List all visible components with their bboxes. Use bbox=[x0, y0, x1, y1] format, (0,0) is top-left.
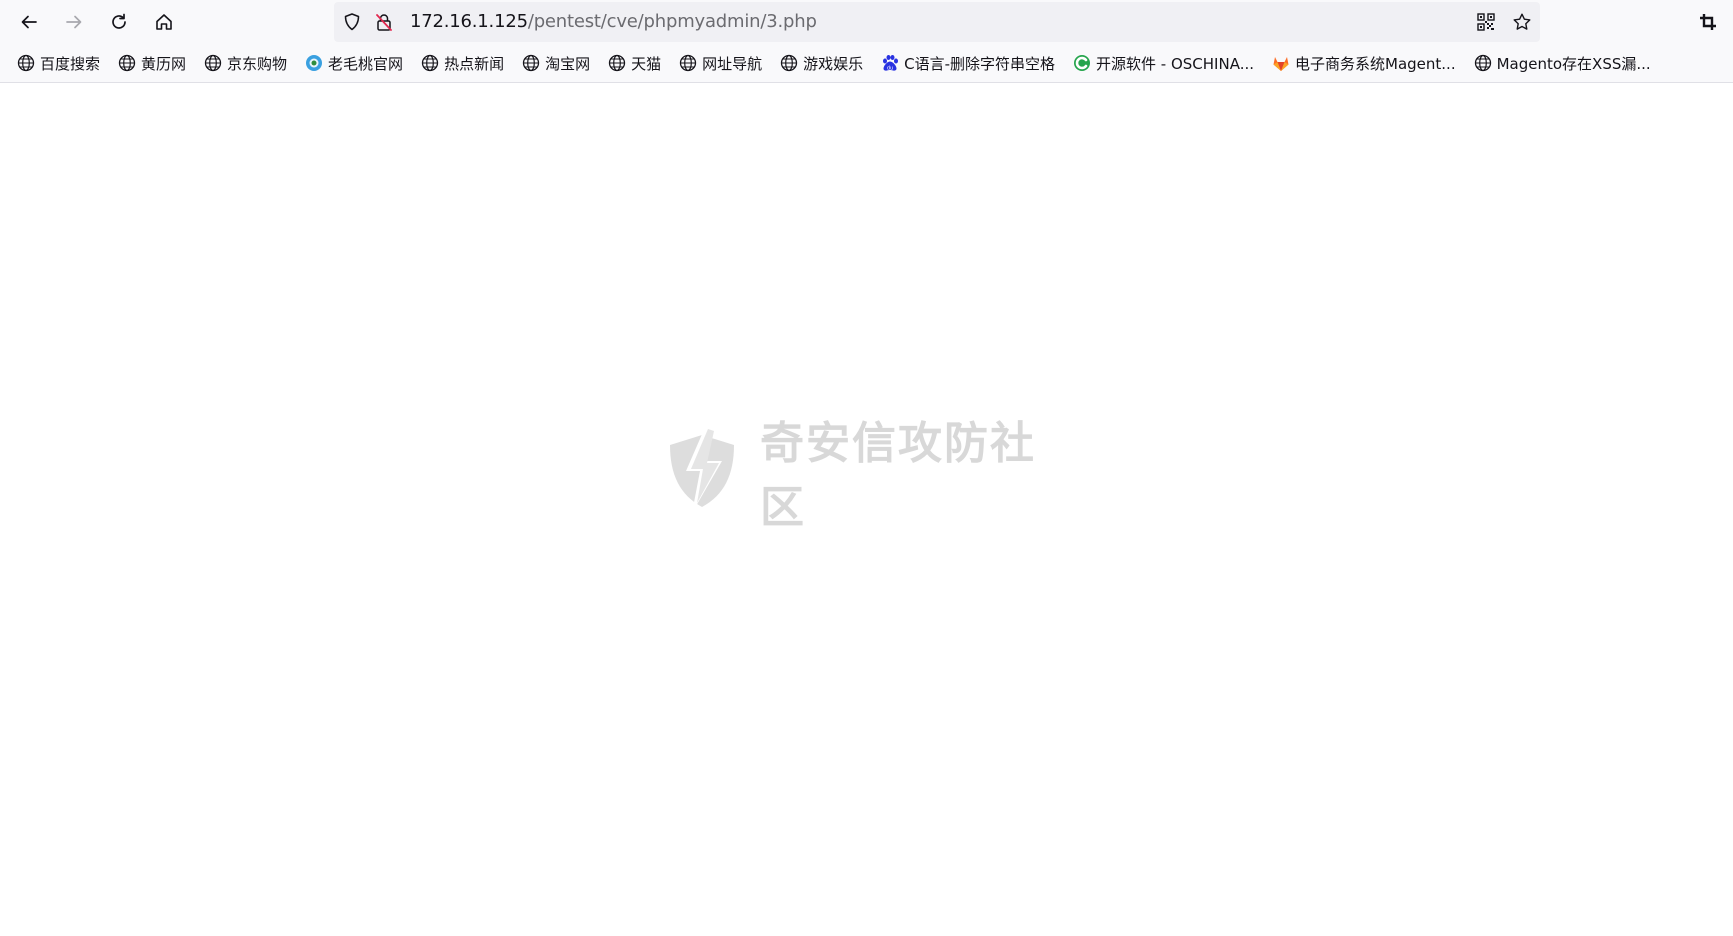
url-path: /pentest/cve/phpmyadmin/3.php bbox=[527, 11, 817, 32]
bookmarks-toolbar: 百度搜索 黄历网 京东购物 老毛桃官网 热点新闻 淘宝网 天猫 网址导航 游戏娱乐 du C语言-删… bbox=[0, 44, 1733, 83]
bookmark-item[interactable]: 淘宝网 bbox=[519, 48, 592, 78]
globe-icon bbox=[607, 53, 627, 73]
bookmark-label: 百度搜索 bbox=[40, 54, 101, 73]
gitlab-fox-icon bbox=[1271, 53, 1291, 73]
star-icon[interactable] bbox=[1512, 12, 1532, 32]
watermark-text: 奇安信攻防社区 bbox=[760, 418, 1036, 533]
bookmark-item[interactable]: 百度搜索 bbox=[14, 48, 102, 78]
bookmark-label: C语言-删除字符串空格 bbox=[904, 54, 1056, 73]
qianxin-shield-bolt-icon bbox=[664, 421, 740, 521]
reload-button[interactable] bbox=[103, 6, 135, 38]
bookmark-label: 黄历网 bbox=[141, 54, 187, 73]
bookmark-label: 老毛桃官网 bbox=[328, 54, 404, 73]
globe-icon bbox=[779, 53, 799, 73]
home-button[interactable] bbox=[148, 6, 180, 38]
back-button[interactable] bbox=[13, 6, 45, 38]
bookmark-label: 电子商务系统Magent... bbox=[1295, 54, 1456, 73]
bookmark-label: 京东购物 bbox=[227, 54, 288, 73]
globe-icon bbox=[117, 53, 137, 73]
watermark: 奇安信攻防社区 bbox=[664, 418, 1064, 533]
browser-window: 172.16.1.125/pentest/cve/phpmyadmin/3.ph… bbox=[0, 0, 1733, 936]
oschina-logo-icon bbox=[1072, 53, 1092, 73]
bookmark-item[interactable]: Magento存在XSS漏... bbox=[1471, 48, 1653, 78]
globe-icon bbox=[16, 53, 36, 73]
bookmark-item[interactable]: 京东购物 bbox=[201, 48, 289, 78]
crop-icon bbox=[1698, 12, 1718, 32]
bookmark-label: 天猫 bbox=[631, 54, 662, 73]
globe-icon bbox=[1473, 53, 1493, 73]
bookmark-item[interactable]: du C语言-删除字符串空格 bbox=[878, 48, 1057, 78]
forward-button[interactable] bbox=[58, 6, 90, 38]
bookmark-item[interactable]: 老毛桃官网 bbox=[302, 48, 405, 78]
page-content: 奇安信攻防社区 bbox=[0, 83, 1733, 936]
svg-text:du: du bbox=[887, 66, 893, 72]
globe-icon bbox=[521, 53, 541, 73]
bookmark-item[interactable]: 热点新闻 bbox=[418, 48, 506, 78]
laomaotao-logo-icon bbox=[304, 53, 324, 73]
arrow-right-icon bbox=[64, 12, 84, 32]
bookmark-item[interactable]: 开源软件 - OSCHINA... bbox=[1070, 48, 1256, 78]
url-bar[interactable]: 172.16.1.125/pentest/cve/phpmyadmin/3.ph… bbox=[334, 2, 1540, 42]
bookmark-item[interactable]: 黄历网 bbox=[115, 48, 188, 78]
reload-icon bbox=[109, 12, 129, 32]
globe-icon bbox=[420, 53, 440, 73]
bookmark-item[interactable]: 电子商务系统Magent... bbox=[1269, 48, 1458, 78]
globe-icon bbox=[678, 53, 698, 73]
url-host: 172.16.1.125 bbox=[410, 11, 528, 32]
shield-icon[interactable] bbox=[342, 12, 362, 32]
arrow-left-icon bbox=[19, 12, 39, 32]
bookmarks-list: 百度搜索 黄历网 京东购物 老毛桃官网 热点新闻 淘宝网 天猫 网址导航 游戏娱乐 du C语言-删… bbox=[14, 44, 1666, 82]
bookmark-item[interactable]: 游戏娱乐 bbox=[777, 48, 865, 78]
baidu-paw-icon: du bbox=[880, 53, 900, 73]
bookmark-label: 淘宝网 bbox=[545, 54, 591, 73]
insecure-lock-icon[interactable] bbox=[374, 12, 394, 32]
bookmark-label: 热点新闻 bbox=[444, 54, 505, 73]
navigation-toolbar: 172.16.1.125/pentest/cve/phpmyadmin/3.ph… bbox=[0, 0, 1733, 44]
globe-icon bbox=[203, 53, 223, 73]
bookmark-label: 游戏娱乐 bbox=[803, 54, 864, 73]
bookmark-item[interactable]: 网址导航 bbox=[676, 48, 764, 78]
home-icon bbox=[154, 12, 174, 32]
bookmark-label: 开源软件 - OSCHINA... bbox=[1096, 54, 1255, 73]
qr-code-icon[interactable] bbox=[1476, 12, 1496, 32]
bookmark-item[interactable]: 天猫 bbox=[605, 48, 663, 78]
bookmark-label: 网址导航 bbox=[702, 54, 763, 73]
bookmark-label: Magento存在XSS漏... bbox=[1496, 54, 1651, 73]
url-text[interactable]: 172.16.1.125/pentest/cve/phpmyadmin/3.ph… bbox=[410, 2, 817, 42]
extension-button[interactable] bbox=[1692, 6, 1724, 38]
